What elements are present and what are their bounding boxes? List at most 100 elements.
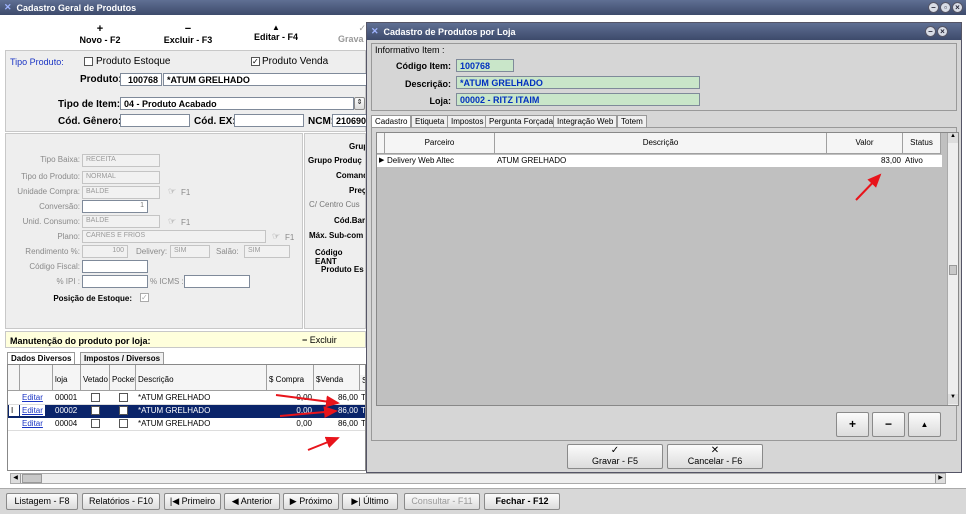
conversao-field[interactable]: 1 xyxy=(82,200,148,213)
table-row-selected[interactable]: I Editar 00002 *ATUM GRELHADO 0,00 86,00… xyxy=(8,405,365,418)
tab-totem[interactable]: Totem xyxy=(617,115,647,127)
scroll-right-icon[interactable]: ▶ xyxy=(935,474,945,483)
store-delete-button[interactable]: − Excluir xyxy=(302,335,337,345)
scroll-thumb[interactable] xyxy=(22,474,42,483)
scroll-up-icon[interactable]: ▲ xyxy=(948,133,958,143)
fechar-button[interactable]: Fechar - F12 xyxy=(484,493,560,510)
tab-impostos[interactable]: Impostos xyxy=(447,115,488,127)
proximo-button[interactable]: ▶ Próximo xyxy=(283,493,339,510)
dialog-close-icon[interactable]: × xyxy=(937,26,948,37)
gravar-button[interactable]: ✓ Gravar - F5 xyxy=(567,444,663,469)
move-up-button[interactable]: ▲ xyxy=(908,412,941,437)
parceiro-cell: Delivery Web Altec xyxy=(387,156,454,165)
tab-dados-diversos[interactable]: Dados Diversos xyxy=(7,352,76,364)
store-product-dialog: ✕ Cadastro de Produtos por Loja – × Info… xyxy=(366,22,962,473)
table-row[interactable]: Editar 00001 *ATUM GRELHADO 0,00 86,00 T xyxy=(8,392,366,405)
edit-link[interactable]: Editar xyxy=(20,392,45,403)
row-cursor-icon: I xyxy=(9,405,19,416)
valor-cell: 83,00 xyxy=(880,156,901,165)
cod-ex-field[interactable] xyxy=(234,114,304,127)
unid-consumo-select: BALDE xyxy=(82,215,160,228)
ncm-field[interactable]: 2106909 xyxy=(332,114,367,127)
pocket-checkbox[interactable] xyxy=(119,406,128,415)
edit-link[interactable]: Editar xyxy=(20,405,45,416)
vertical-scrollbar[interactable]: ▲ ▼ xyxy=(947,133,958,405)
produto-estoque-checkbox[interactable] xyxy=(84,57,93,66)
tipo-item-select[interactable]: 04 - Produto Acabado xyxy=(120,97,354,110)
col-descricao[interactable]: Descrição xyxy=(495,133,827,154)
product-name-field[interactable]: *ATUM GRELHADO xyxy=(163,73,367,86)
dialog-minimize-icon[interactable]: – xyxy=(925,26,936,37)
plus-icon: + xyxy=(96,23,104,35)
ultimo-button[interactable]: ▶| Último xyxy=(342,493,398,510)
col-vetado[interactable]: Vetado xyxy=(81,365,110,391)
table-row[interactable]: ▶ Delivery Web Altec ATUM GRELHADO 83,00… xyxy=(377,155,942,167)
horizontal-scrollbar[interactable]: ◀ ▶ xyxy=(10,473,946,484)
check-icon: ✓ xyxy=(610,445,620,456)
codigo-fiscal-field[interactable] xyxy=(82,260,148,273)
tab-impostos-diversos[interactable]: Impostos / Diversos xyxy=(80,352,165,364)
col-descricao[interactable]: Descrição xyxy=(136,365,267,391)
ipi-field[interactable] xyxy=(82,275,148,288)
main-window-title: Cadastro Geral de Produtos xyxy=(16,2,137,13)
tab-cadastro[interactable]: Cadastro xyxy=(371,115,412,127)
restore-icon[interactable]: ▫ xyxy=(940,2,951,13)
table-row[interactable]: Editar 00004 *ATUM GRELHADO 0,00 86,00 T xyxy=(8,418,365,431)
vetado-checkbox[interactable] xyxy=(91,419,100,428)
s-cell: T xyxy=(361,393,366,402)
loja-field: 00002 - RITZ ITAIM xyxy=(456,93,700,106)
add-row-button[interactable]: + xyxy=(836,412,869,437)
tipo-baixa-label: Tipo Baixa: xyxy=(40,155,80,164)
cancelar-button[interactable]: ✕ Cancelar - F6 xyxy=(667,444,763,469)
primeiro-button[interactable]: |◀ Primeiro xyxy=(164,493,221,510)
scroll-thumb[interactable] xyxy=(949,265,957,275)
vetado-checkbox[interactable] xyxy=(91,393,100,402)
pocket-checkbox[interactable] xyxy=(119,393,128,402)
col-pocket[interactable]: Pocket xyxy=(110,365,136,391)
app-icon: ✕ xyxy=(4,2,12,12)
descricao-cell: *ATUM GRELHADO xyxy=(138,419,211,428)
col-status[interactable]: Status xyxy=(903,133,941,154)
tab-etiqueta[interactable]: Etiqueta xyxy=(411,115,449,127)
col-valor[interactable]: Valor xyxy=(827,133,903,154)
col-loja[interactable]: loja xyxy=(53,365,81,391)
preco-label: Preç xyxy=(349,186,366,195)
minus-icon: − xyxy=(184,23,192,35)
product-code-field[interactable]: 100768 xyxy=(120,73,162,86)
hand-icon: ☞ xyxy=(272,231,281,241)
compra-cell: 0,00 xyxy=(296,406,312,415)
vetado-checkbox[interactable] xyxy=(91,406,100,415)
col-venda[interactable]: $Venda xyxy=(314,365,360,391)
scroll-left-icon[interactable]: ◀ xyxy=(11,474,21,483)
centro-custo-label: C/ Centro Cus xyxy=(309,200,360,209)
edit-link[interactable]: Editar xyxy=(20,418,45,429)
listagem-button[interactable]: Listagem - F8 xyxy=(6,493,78,510)
anterior-button[interactable]: ◀ Anterior xyxy=(224,493,280,510)
remove-row-button[interactable]: − xyxy=(872,412,905,437)
delete-button[interactable]: − Excluir - F3 xyxy=(158,23,218,45)
produto-venda-checkbox[interactable]: ✓ xyxy=(251,57,260,66)
icms-field[interactable] xyxy=(184,275,250,288)
tab-content: Parceiro Descrição Valor Status ▶ Delive… xyxy=(371,127,959,441)
salao-select: SIM xyxy=(244,245,290,258)
relatorios-button[interactable]: Relatórios - F10 xyxy=(82,493,160,510)
posicao-estoque-checkbox: ✓ xyxy=(140,293,149,302)
close-icon[interactable]: × xyxy=(952,2,963,13)
f1-hint: F1 xyxy=(181,188,191,197)
tipo-item-dropdown-icon[interactable]: ⇕ xyxy=(354,97,365,110)
col-parceiro[interactable]: Parceiro xyxy=(385,133,495,154)
cod-genero-field[interactable] xyxy=(120,114,190,127)
new-button[interactable]: + Novo - F2 xyxy=(70,23,130,45)
produto-label: Produto: xyxy=(80,74,122,85)
partner-grid: Parceiro Descrição Valor Status ▶ Delive… xyxy=(376,132,959,406)
hand-icon: ☞ xyxy=(168,216,177,226)
scroll-down-icon[interactable]: ▼ xyxy=(948,394,958,404)
pocket-checkbox[interactable] xyxy=(119,419,128,428)
edit-button[interactable]: ▲ Editar - F4 xyxy=(246,23,306,42)
grupo-label: Grup xyxy=(349,142,365,151)
tab-pergunta-forcada[interactable]: Pergunta Forçada xyxy=(485,115,558,127)
minimize-icon[interactable]: – xyxy=(928,2,939,13)
tab-integracao-web[interactable]: Integração Web xyxy=(553,115,618,127)
tipo-produto-label: Tipo Produto: xyxy=(10,57,64,67)
col-compra[interactable]: $ Compra xyxy=(267,365,314,391)
